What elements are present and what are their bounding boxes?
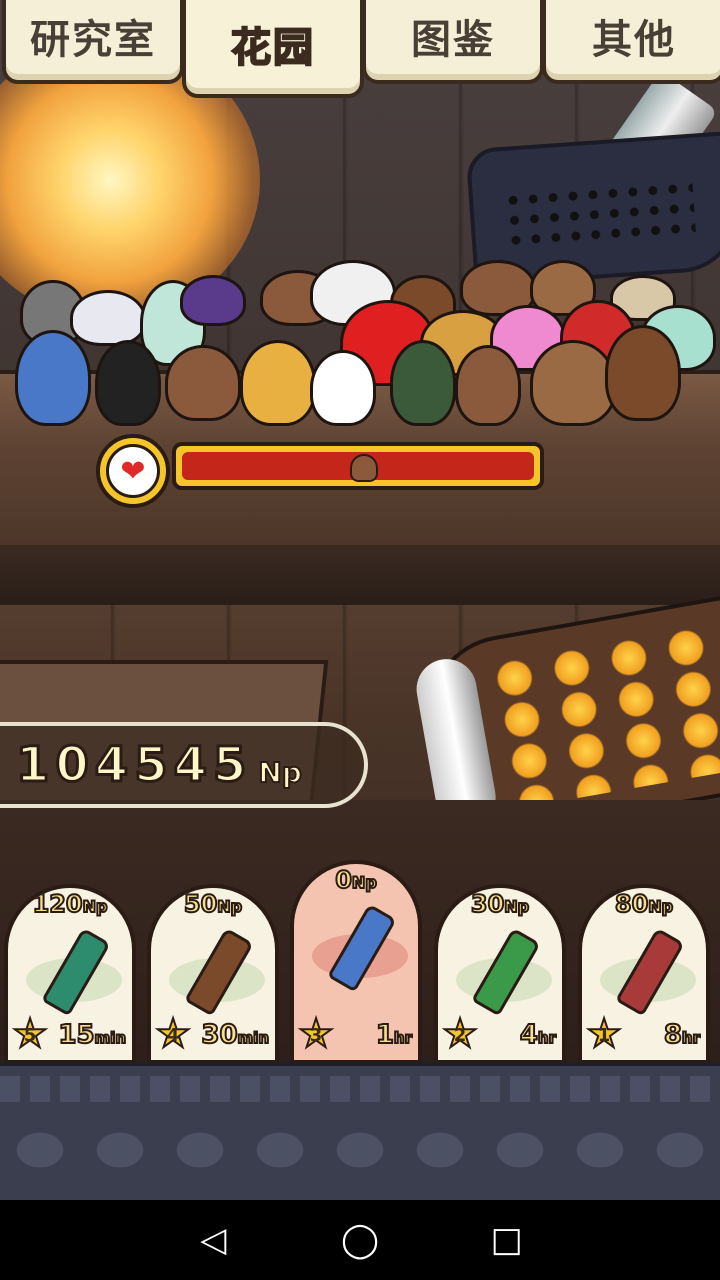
star-icon: ★ 4 [154,1011,192,1057]
recents-square-icon[interactable]: □ [482,1215,532,1265]
item-duration: 15min [57,1019,127,1051]
mushroom-character[interactable] [390,340,456,426]
item-duration: 1hr [375,1019,413,1051]
ornament-footer [0,1062,720,1204]
top-tabs: 研究室 花园 图鉴 其他 [0,0,720,98]
item-duration: 4hr [519,1019,557,1051]
health-badge: ❤ [96,434,170,508]
item-duration: 30min [200,1019,270,1051]
back-triangle-icon[interactable]: ◁ [188,1215,238,1265]
mushroom-crowd[interactable] [10,250,716,450]
star-icon: ★ 3 [297,1011,335,1057]
tab-lab-label: 研究室 [30,17,156,63]
item-price: 0Np [334,865,378,895]
mushroom-character[interactable] [240,340,316,426]
item-price: 30Np [470,889,530,919]
tab-garden[interactable]: 花园 [182,0,364,98]
mushroom-marker-icon [350,454,378,482]
home-circle-icon[interactable]: ◯ [335,1215,385,1265]
mushroom-character[interactable] [455,345,521,426]
tab-encyclopedia[interactable]: 图鉴 [362,0,544,84]
item-price: 80Np [614,889,674,919]
mushroom-character[interactable] [165,345,241,421]
mushroom-character[interactable] [70,290,146,346]
mushroom-character[interactable] [310,350,376,426]
tab-other-label: 其他 [592,17,676,63]
heart-pulse-icon: ❤ [106,444,160,498]
item-card-selected[interactable]: 0Np ★ 3 1hr [290,860,422,1064]
np-unit: Np [257,755,303,790]
np-counter: 104545 Np [0,722,368,808]
system-navbar: ◁ ◯ □ [0,1200,720,1280]
mushroom-character[interactable] [95,340,161,426]
mushroom-character[interactable] [180,275,246,326]
health-bar [172,442,544,490]
mushroom-character[interactable] [605,325,681,421]
tab-encyclopedia-label: 图鉴 [411,17,495,63]
item-card[interactable]: 50Np ★ 4 30min [147,884,279,1064]
star-icon: ★ 5 [11,1011,49,1057]
np-value: 104545 [14,736,253,795]
item-price: 50Np [183,889,243,919]
item-shelf: 120Np ★ 5 15min 50Np ★ 4 30min 0Np ★ 3 1hr … [0,860,720,1065]
item-price: 120Np [32,889,109,919]
item-card[interactable]: 120Np ★ 5 15min [4,884,136,1064]
tab-other[interactable]: 其他 [542,0,720,84]
tab-garden-label: 花园 [230,24,315,72]
mushroom-character[interactable] [15,330,91,426]
item-card[interactable]: 30Np ★ 2 4hr [434,884,566,1064]
star-icon: ★ 2 [441,1011,479,1057]
shelf-edge [0,545,720,605]
star-icon: ★ 1 [585,1011,623,1057]
tab-lab[interactable]: 研究室 [2,0,184,84]
item-duration: 8hr [663,1019,701,1051]
item-card[interactable]: 80Np ★ 1 8hr [578,884,710,1064]
mushroom-character[interactable] [530,340,616,426]
